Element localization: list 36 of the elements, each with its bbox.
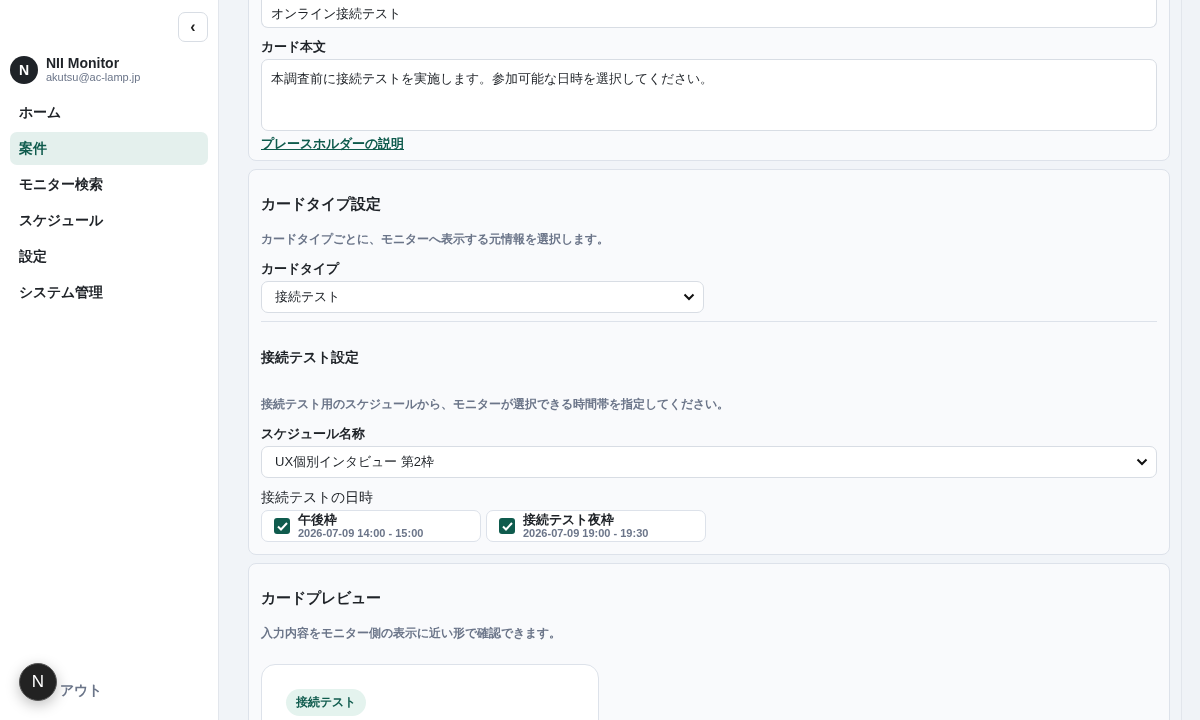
slot-name: 接続テスト夜枠 bbox=[523, 512, 615, 527]
slot-name: 午後枠 bbox=[298, 512, 338, 527]
time-slot-option[interactable]: 午後枠 2026-07-09 14:00 - 15:00 bbox=[261, 510, 481, 542]
field-label: カード本文 bbox=[261, 38, 327, 56]
section-heading: カードタイプ設定 bbox=[261, 195, 382, 214]
nav-item[interactable]: スケジュール bbox=[10, 204, 208, 237]
card-type-select[interactable]: 接続テスト bbox=[261, 281, 704, 313]
slot-time: 2026-07-09 14:00 - 15:00 bbox=[298, 527, 424, 540]
section-description: カードタイプごとに、モニターへ表示する元情報を選択します。 bbox=[261, 231, 610, 248]
field-label: 接続テストの日時 bbox=[261, 489, 374, 507]
user-email: akutsu@ac-lamp.jp bbox=[46, 71, 141, 84]
title-input-field[interactable]: オンライン接続テスト bbox=[261, 0, 1157, 28]
avatar: N bbox=[10, 56, 38, 84]
chevron-down-icon bbox=[1136, 458, 1148, 466]
nav-item[interactable]: モニター検索 bbox=[10, 168, 208, 201]
user-name: NII Monitor bbox=[46, 56, 121, 71]
nav-item[interactable]: システム管理 bbox=[10, 276, 208, 309]
chevron-down-icon bbox=[683, 293, 695, 301]
collapse-button[interactable]: ‹ bbox=[178, 12, 208, 42]
field-label: カードタイプ bbox=[261, 260, 341, 278]
nav-item[interactable]: 案件 bbox=[10, 132, 208, 165]
nav-item[interactable]: ホーム bbox=[10, 96, 208, 129]
nav-item[interactable]: 設定 bbox=[10, 240, 208, 273]
placeholder-help-link[interactable]: プレースホルダーの説明 bbox=[261, 136, 404, 151]
subsection-description: 接続テスト用のスケジュールから、モニターが選択できる時間帯を指定してください。 bbox=[261, 396, 730, 413]
field-label: スケジュール名称 bbox=[261, 425, 366, 443]
body-textarea-field[interactable]: 本調査前に接続テストを実施します。参加可能な日時を選択してください。 bbox=[261, 59, 1157, 131]
card-type-badge: 接続テスト bbox=[286, 689, 366, 716]
time-slot-option[interactable]: 接続テスト夜枠 2026-07-09 19:00 - 19:30 bbox=[486, 510, 706, 542]
section-heading: カードプレビュー bbox=[261, 589, 382, 608]
section-description: 入力内容をモニター側の表示に近い形で確認できます。 bbox=[261, 625, 562, 642]
checkbox[interactable] bbox=[499, 518, 515, 534]
subsection-heading: 接続テスト設定 bbox=[261, 349, 360, 367]
slot-time: 2026-07-09 19:00 - 19:30 bbox=[523, 527, 649, 540]
schedule-select[interactable]: UX個別インタビュー 第2枠 bbox=[261, 446, 1157, 478]
checkbox[interactable] bbox=[274, 518, 290, 534]
